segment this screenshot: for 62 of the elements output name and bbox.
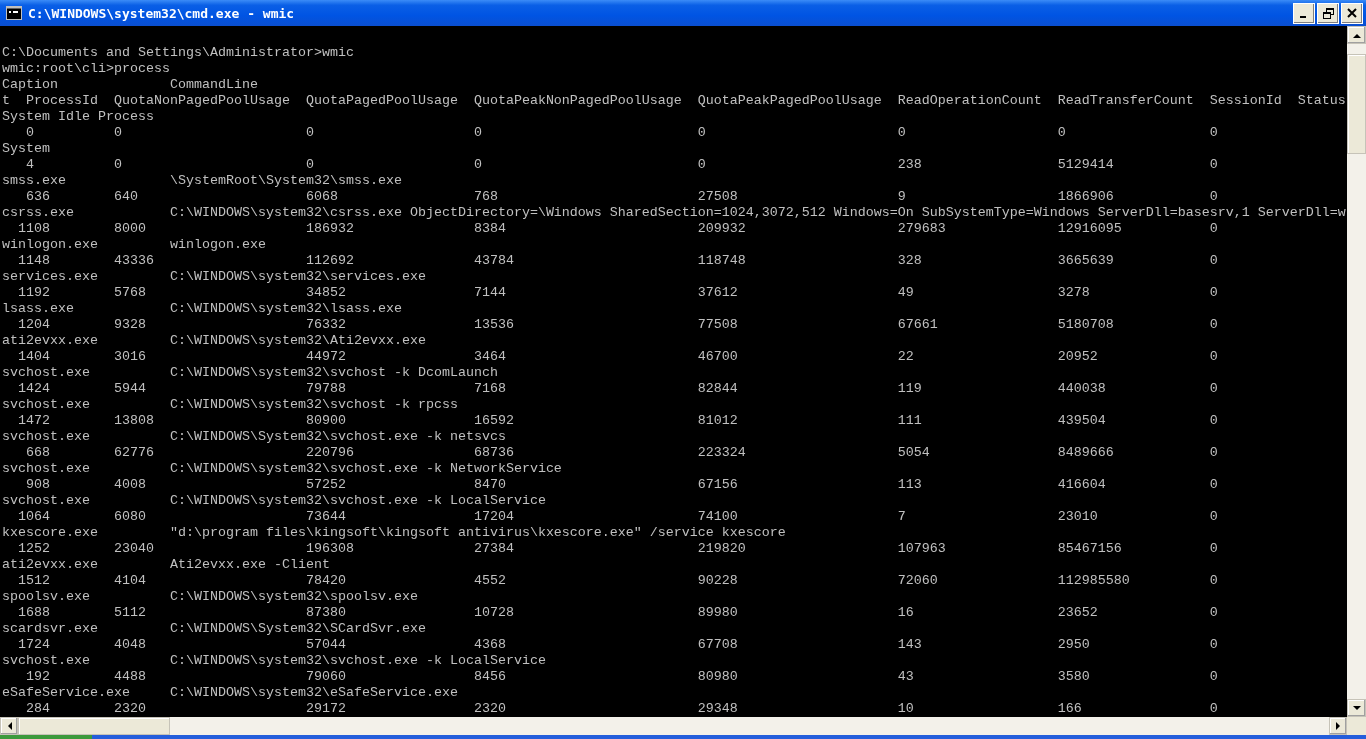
process-values: 1472 13808 80900 16592 81012 111 439504 0 [17, 413, 1219, 429]
process-values: 636 640 6068 768 27508 9 1866906 0 [25, 189, 1219, 205]
process-caption: ati2evxx.exe C:\WINDOWS\system32\Ati2evxx.exe [2, 333, 427, 349]
minimize-icon [1299, 15, 1306, 18]
process-values: 192 4488 79060 8456 80980 43 3580 0 [25, 669, 1219, 685]
triangle-up-icon [1352, 32, 1361, 38]
restore-button[interactable] [1317, 2, 1339, 24]
process-values: 1252 23040 196308 27384 219820 107963 85467156 0 [17, 541, 1219, 557]
process-values: 908 4008 57252 8470 67156 113 416604 0 [25, 477, 1219, 493]
process-caption: kxescore.exe "d:\program files\kingsoft\kingsoft antivirus\kxescore.exe" /service kxescore [2, 525, 787, 541]
scrollbar-thumb[interactable] [1347, 54, 1366, 154]
process-values: 284 2320 29172 2320 29348 10 166 0 [25, 701, 1219, 717]
process-values: 1192 5768 34852 7144 37612 49 3278 0 [17, 285, 1219, 301]
process-caption: svchost.exe C:\WINDOWS\system32\svchost -k DcomLaunch [2, 365, 499, 381]
process-values: 1724 4048 57044 4368 67708 143 2950 0 [17, 637, 1219, 653]
process-caption: winlogon.exe winlogon.exe [2, 237, 267, 253]
triangle-down-icon [1352, 705, 1361, 711]
process-caption: spoolsv.exe C:\WINDOWS\system32\spoolsv.exe [2, 589, 419, 605]
window-title: C:\WINDOWS\system32\cmd.exe - wmic [28, 5, 295, 21]
process-caption: svchost.exe C:\WINDOWS\System32\svchost.exe -k netsvcs [2, 429, 507, 445]
process-caption: svchost.exe C:\WINDOWS\system32\svchost.exe -k LocalService [2, 653, 547, 669]
scroll-down-button[interactable] [1347, 699, 1366, 717]
process-caption: scardsvr.exe C:\WINDOWS\System32\SCardSvr.exe [2, 621, 427, 637]
column-headers: t ProcessId QuotaNonPagedPoolUsage QuotaPagedPoolUsage QuotaPeakNonPagedPoolUsage QuotaPeakPagedPoolUsage ReadOperationCount ReadTransferCount SessionId Status [2, 93, 1347, 109]
process-caption: svchost.exe C:\WINDOWS\system32\svchost.exe -k LocalService [2, 493, 547, 509]
process-values: 1688 5112 87380 10728 89980 16 23652 0 [17, 605, 1219, 621]
process-caption: System Idle Process [2, 109, 155, 125]
process-values: 0 0 0 0 0 0 0 0 [25, 125, 1219, 141]
process-caption: lsass.exe C:\WINDOWS\system32\lsass.exe [2, 301, 403, 317]
close-icon [1347, 8, 1357, 18]
triangle-left-icon [6, 722, 12, 730]
scroll-left-button[interactable] [0, 717, 18, 735]
scrollbar-corner [1347, 717, 1366, 735]
process-caption: smss.exe \SystemRoot\System32\smss.exe [2, 173, 403, 189]
process-caption: eSafeService.exe C:\WINDOWS\system32\eSafeService.exe [2, 685, 459, 701]
scroll-right-button[interactable] [1329, 717, 1347, 735]
triangle-right-icon [1335, 722, 1341, 730]
process-values: 1512 4104 78420 4552 90228 72060 112985580 0 [17, 573, 1219, 589]
process-caption: System [2, 141, 51, 157]
console-icon [6, 6, 22, 20]
process-caption: ati2evxx.exe Ati2evxx.exe -Client [2, 557, 331, 573]
process-values: 1424 5944 79788 7168 82844 119 440038 0 [17, 381, 1219, 397]
process-values: 1204 9328 76332 13536 77508 67661 5180708 0 [17, 317, 1219, 333]
scrollbar-thumb[interactable] [18, 717, 170, 735]
process-caption: services.exe C:\WINDOWS\system32\services.exe [2, 269, 427, 285]
restore-icon [1322, 7, 1334, 19]
process-caption: svchost.exe C:\WINDOWS\system32\svchost -k rpcss [2, 397, 459, 413]
process-caption: svchost.exe C:\WINDOWS\system32\svchost.exe -k NetworkService [2, 461, 563, 477]
column-headers: Caption CommandLine [2, 77, 259, 93]
command-line: wmic:root\cli>process [2, 61, 171, 77]
scroll-up-button[interactable] [1347, 26, 1366, 44]
minimize-button[interactable] [1293, 2, 1315, 24]
start-button[interactable] [0, 735, 92, 739]
close-button[interactable] [1341, 2, 1363, 24]
process-values: 668 62776 220796 68736 223324 5054 8489666 0 [25, 445, 1219, 461]
command-line: C:\Documents and Settings\Administrator>wmic [2, 45, 355, 61]
process-values: 4 0 0 0 0 238 5129414 0 [25, 157, 1219, 173]
process-values: 1404 3016 44972 3464 46700 22 20952 0 [17, 349, 1219, 365]
process-caption: csrss.exe C:\WINDOWS\system32\csrss.exe ObjectDirectory=\Windows SharedSection=1024,3072,512 Windows=On SubSystemType=Windows ServerDll=basesrv,1 ServerDll=w [2, 205, 1347, 221]
process-values: 1148 43336 112692 43784 118748 328 3665639 0 [17, 253, 1219, 269]
process-values: 1064 6080 73644 17204 74100 7 23010 0 [17, 509, 1219, 525]
process-values: 1108 8000 186932 8384 209932 279683 12916095 0 [17, 221, 1219, 237]
